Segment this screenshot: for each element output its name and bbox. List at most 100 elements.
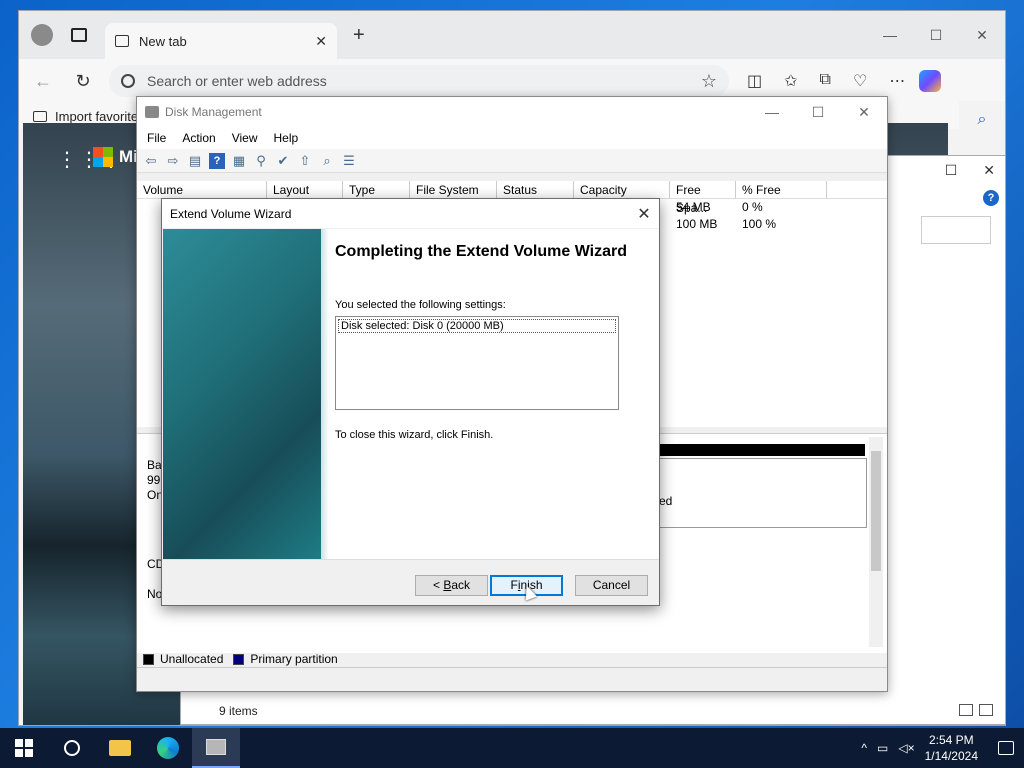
background-search-box[interactable] [921, 216, 991, 244]
forward-arrow-icon[interactable]: ⇨ [165, 153, 181, 169]
column-capacity[interactable]: Capacity [574, 181, 670, 198]
maximize-icon[interactable]: ☐ [795, 104, 841, 121]
tab-title: New tab [139, 33, 187, 49]
notifications-icon[interactable] [998, 741, 1014, 755]
chevron-up-icon[interactable]: ^ [861, 741, 867, 755]
windows-logo-icon [15, 739, 33, 757]
volume-list-header: Volume Layout Type File System Status Ca… [137, 181, 887, 215]
sidebar-search-icon[interactable]: ⌕ [959, 111, 1005, 129]
partition-status-text: ed [659, 494, 673, 508]
details-view-icon[interactable] [959, 704, 973, 716]
menu-file[interactable]: File [147, 131, 166, 145]
connect-icon[interactable]: ⚲ [253, 153, 269, 169]
clock-time: 2:54 PM [928, 733, 974, 747]
search-icon [121, 74, 135, 88]
wizard-titlebar: Extend Volume Wizard ✕ [162, 199, 659, 228]
wizard-title: Extend Volume Wizard [170, 206, 292, 221]
search-icon [64, 740, 80, 756]
start-button[interactable] [0, 728, 48, 768]
item-count: 9 items [219, 704, 258, 718]
help-icon[interactable]: ? [983, 190, 999, 206]
app-launcher-icon[interactable]: ⋮⋮⋮ [57, 147, 123, 172]
taskbar-edge[interactable] [144, 728, 192, 768]
close-icon[interactable]: ✕ [983, 162, 995, 179]
more-options-icon[interactable]: ⋯ [889, 71, 905, 91]
properties-icon[interactable]: ▦ [231, 153, 247, 169]
settings-listbox[interactable]: Disk selected: Disk 0 (20000 MB) [335, 316, 619, 410]
address-input[interactable]: Search or enter web address ☆ [109, 65, 729, 97]
close-icon[interactable]: ✕ [841, 104, 887, 121]
lower-pane-scrollbar[interactable] [869, 437, 883, 647]
taskbar-file-explorer[interactable] [96, 728, 144, 768]
clock-date: 1/14/2024 [924, 749, 978, 763]
close-icon[interactable]: ✕ [629, 204, 659, 224]
refresh-icon[interactable]: ↻ [67, 71, 99, 92]
cancel-button[interactable]: Cancel [575, 575, 648, 596]
check-icon[interactable]: ✔ [275, 153, 291, 169]
scrollbar-thumb[interactable] [871, 451, 881, 571]
legend-unallocated-swatch [143, 653, 154, 665]
browser-window-controls: — ☐ ✕ [867, 27, 1005, 44]
browser-essentials-icon[interactable]: ♡ [853, 71, 867, 91]
collections-icon[interactable]: ⧉ [820, 71, 831, 91]
import-favorites-link[interactable]: Import favorite [55, 109, 138, 124]
close-icon[interactable]: ✕ [959, 27, 1005, 44]
taskbar-search-button[interactable] [48, 728, 96, 768]
tiles-view-icon[interactable] [979, 704, 993, 716]
disk0-label: Ba [147, 458, 162, 472]
edge-icon [157, 737, 179, 759]
partition-block[interactable] [659, 458, 867, 528]
column-layout[interactable]: Layout [267, 181, 343, 198]
free-space-cell: 54 MB [676, 200, 711, 214]
browser-tab[interactable]: New tab ✕ [105, 23, 337, 59]
minimize-icon[interactable]: — [749, 104, 795, 121]
legend-primary-swatch [233, 653, 245, 665]
favorites-icon[interactable]: ✩ [784, 71, 797, 91]
minimize-icon[interactable]: ☐ [945, 162, 958, 179]
wizard-intro-text: You selected the following settings: [335, 299, 506, 311]
menu-view[interactable]: View [232, 131, 258, 145]
wizard-footer: < Back Finish Cancel [162, 559, 659, 605]
taskbar-disk-management[interactable] [192, 728, 240, 768]
console-tree-icon[interactable]: ▤ [187, 153, 203, 169]
status-bar [137, 667, 887, 691]
back-arrow-icon[interactable]: ⇦ [143, 153, 159, 169]
network-icon[interactable]: ▭ [877, 741, 888, 755]
menu-help[interactable]: Help [274, 131, 299, 145]
profile-icon[interactable] [31, 24, 53, 46]
clock[interactable]: 2:54 PM 1/14/2024 [925, 732, 978, 764]
browser-titlebar: New tab ✕ + — ☐ ✕ [19, 11, 1005, 59]
column-status[interactable]: Status [497, 181, 574, 198]
menu-action[interactable]: Action [182, 131, 215, 145]
wizard-content: Completing the Extend Volume Wizard You … [329, 229, 659, 559]
column-volume[interactable]: Volume [137, 181, 267, 198]
search-icon[interactable]: ⌕ [319, 153, 335, 169]
back-arrow-icon[interactable]: ← [27, 71, 59, 92]
column-percent-free[interactable]: % Free [736, 181, 827, 198]
system-tray: ^ ▭ ◁× 2:54 PM 1/14/2024 [861, 732, 1024, 764]
extend-volume-wizard: Extend Volume Wizard ✕ Completing the Ex… [161, 198, 660, 606]
split-screen-icon[interactable]: ◫ [747, 71, 762, 91]
minimize-icon[interactable]: — [867, 27, 913, 44]
percent-free-cell: 100 % [742, 217, 777, 231]
copilot-icon[interactable] [919, 70, 942, 92]
tab-actions-icon[interactable] [71, 28, 87, 42]
up-folder-icon[interactable]: ⇧ [297, 153, 313, 169]
back-button[interactable]: < Back [415, 575, 488, 596]
column-type[interactable]: Type [343, 181, 410, 198]
tab-close-icon[interactable]: ✕ [315, 33, 327, 50]
wizard-heading: Completing the Extend Volume Wizard [335, 243, 628, 260]
disk-management-icon [145, 106, 159, 118]
legend-unallocated: Unallocated [160, 652, 224, 666]
maximize-icon[interactable]: ☐ [913, 27, 959, 44]
column-free-space[interactable]: Free Spa... [670, 181, 736, 215]
new-tab-icon[interactable]: + [353, 24, 365, 47]
volume-muted-icon[interactable]: ◁× [898, 741, 914, 755]
favorite-star-icon[interactable]: ☆ [701, 71, 717, 92]
column-file-system[interactable]: File System [410, 181, 497, 198]
settings-list-item[interactable]: Disk selected: Disk 0 (20000 MB) [338, 319, 616, 333]
wizard-banner-image [163, 229, 321, 559]
help-icon[interactable]: ? [209, 152, 225, 169]
settings-list-icon[interactable]: ☰ [341, 153, 357, 169]
legend-primary: Primary partition [250, 652, 338, 666]
